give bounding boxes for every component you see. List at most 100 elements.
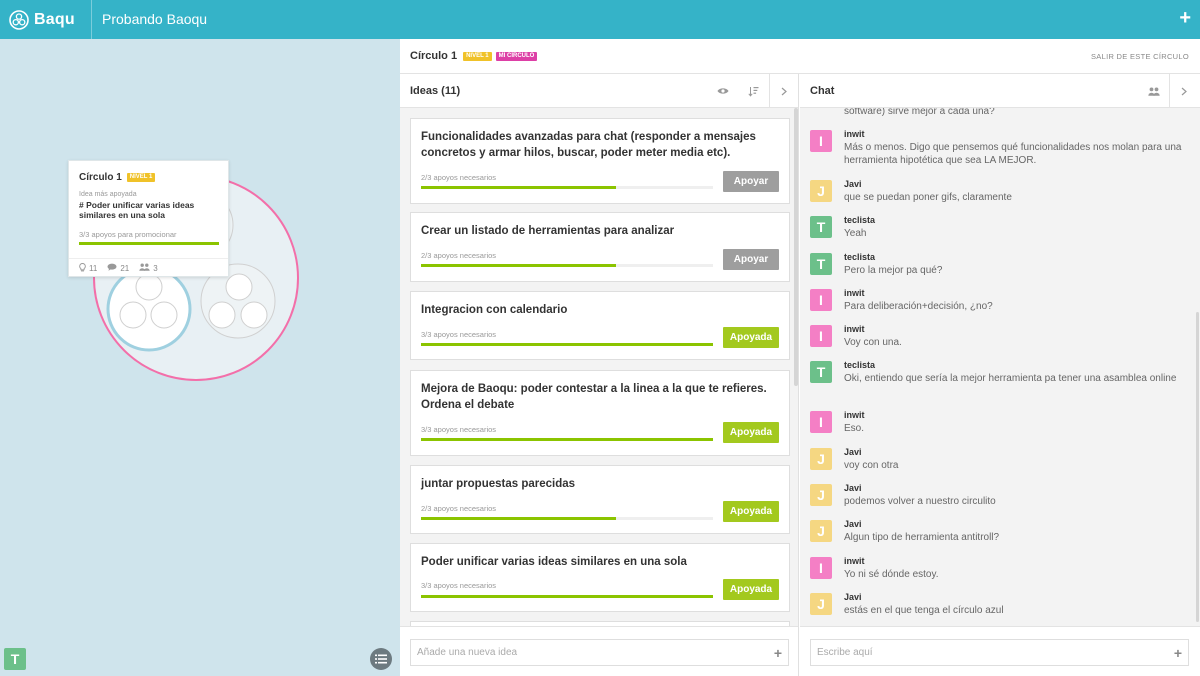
message-author: inwit bbox=[844, 556, 865, 566]
idea-card[interactable]: Crear un listado de herramientas para an… bbox=[410, 212, 790, 282]
member-circle[interactable] bbox=[119, 301, 147, 329]
list-view-button[interactable] bbox=[370, 648, 392, 670]
member-circle[interactable] bbox=[150, 301, 178, 329]
idea-card[interactable]: Funcionalidades avanzadas para chat (res… bbox=[410, 118, 790, 204]
member-circle[interactable] bbox=[225, 273, 253, 301]
chevron-right-icon[interactable] bbox=[1176, 83, 1192, 99]
member-circle[interactable] bbox=[208, 301, 236, 329]
card-title: Círculo 1 NIVEL 1 bbox=[79, 172, 156, 183]
message-text: estás en el que tenga el círculo azul bbox=[844, 605, 1004, 616]
ideas-scrollbar[interactable] bbox=[794, 108, 798, 386]
idea-support-text: 3/3 apoyos necesarios bbox=[421, 330, 497, 339]
user-avatar: T bbox=[810, 253, 832, 275]
message-author: Javi bbox=[844, 483, 862, 493]
idea-card[interactable]: Poder unificar varias ideas similares en… bbox=[410, 543, 790, 612]
user-avatar: J bbox=[810, 484, 832, 506]
idea-support-text: 2/3 apoyos necesarios bbox=[421, 173, 497, 182]
idea-title: Funcionalidades avanzadas para chat (res… bbox=[421, 131, 756, 159]
idea-card[interactable]: juntar propuestas parecidas 2/3 apoyos n… bbox=[410, 465, 790, 534]
idea-support-bar bbox=[421, 595, 713, 598]
top-bar: Baqu Probando Baoqu + bbox=[0, 0, 1200, 39]
brand[interactable]: Baqu bbox=[0, 0, 92, 39]
idea-title: Mejora de Baoqu: poder contestar a la li… bbox=[421, 383, 767, 411]
new-idea-bar: + bbox=[400, 626, 798, 676]
level-badge: NIVEL 1 bbox=[126, 173, 156, 182]
chat-header: Chat bbox=[800, 74, 1200, 108]
chevron-right-icon[interactable] bbox=[776, 83, 792, 99]
idea-support-text: 3/3 apoyos necesarios bbox=[421, 425, 497, 434]
ideas-count: 11 bbox=[89, 263, 98, 273]
new-idea-input[interactable] bbox=[411, 640, 788, 665]
idea-support-text: 3/3 apoyos necesarios bbox=[421, 581, 497, 590]
ideas-header: Ideas (11) bbox=[400, 74, 798, 108]
idea-title: Crear un listado de herramientas para an… bbox=[421, 225, 675, 237]
card-top-idea: # Poder unificar varias ideas similares … bbox=[79, 200, 195, 220]
support-button[interactable]: Apoyar bbox=[723, 171, 779, 192]
ideas-title: Ideas (11) bbox=[410, 85, 461, 97]
chat-scrollbar[interactable] bbox=[1196, 312, 1199, 622]
circle-header: Círculo 1 NIVEL 1 MI CÍRCULO SALIR DE ES… bbox=[400, 39, 1200, 74]
chat-messages[interactable]: software) sirve mejor a cada una? I inwi… bbox=[800, 108, 1200, 626]
idea-support-text: 2/3 apoyos necesarios bbox=[421, 504, 497, 513]
message-text: Eso. bbox=[844, 423, 865, 434]
circle-title: Círculo 1 NIVEL 1 MI CÍRCULO bbox=[410, 50, 538, 62]
user-avatar: I bbox=[810, 411, 832, 433]
project-title: Probando Baoqu bbox=[102, 11, 208, 27]
message-text: Pero la mejor pa qué? bbox=[844, 265, 943, 276]
member-circle[interactable] bbox=[135, 273, 163, 301]
idea-card[interactable]: Integracion con calendario 3/3 apoyos ne… bbox=[410, 291, 790, 360]
supported-button[interactable]: Apoyada bbox=[723, 579, 779, 600]
message-text: Yo ni sé dónde estoy. bbox=[844, 569, 939, 580]
chat-message-partial: software) sirve mejor a cada una? bbox=[844, 108, 995, 117]
add-icon[interactable]: + bbox=[1179, 7, 1191, 29]
supported-button[interactable]: Apoyada bbox=[723, 422, 779, 443]
card-subtitle: Idea más apoyada bbox=[79, 191, 137, 198]
member-circle[interactable] bbox=[240, 301, 268, 329]
idea-support-bar bbox=[421, 264, 713, 267]
user-avatar: I bbox=[810, 289, 832, 311]
user-avatar: J bbox=[810, 448, 832, 470]
send-icon[interactable]: + bbox=[1174, 645, 1182, 661]
ideas-stat: 11 bbox=[79, 262, 98, 274]
chat-field[interactable]: + bbox=[810, 639, 1189, 666]
card-stats: 11 21 3 bbox=[69, 258, 228, 277]
user-avatar: I bbox=[810, 557, 832, 579]
leave-circle-link[interactable]: SALIR DE ESTE CÍRCULO bbox=[1091, 52, 1189, 61]
idea-support-fill bbox=[421, 438, 713, 441]
idea-support-fill bbox=[421, 186, 616, 189]
user-avatar: I bbox=[810, 325, 832, 347]
message-author: teclista bbox=[844, 215, 876, 225]
user-avatar[interactable]: T bbox=[4, 648, 26, 670]
eye-icon[interactable] bbox=[715, 83, 731, 99]
idea-support-bar bbox=[421, 517, 713, 520]
user-avatar: T bbox=[810, 216, 832, 238]
idea-title: Integracion con calendario bbox=[421, 304, 568, 316]
add-idea-icon[interactable]: + bbox=[774, 645, 782, 661]
user-avatar: J bbox=[810, 520, 832, 542]
message-author: inwit bbox=[844, 129, 865, 139]
users-icon[interactable] bbox=[1146, 83, 1162, 99]
message-text: Yeah bbox=[844, 228, 867, 239]
circle-tooltip-card[interactable]: Círculo 1 NIVEL 1 Idea más apoyada # Pod… bbox=[68, 160, 229, 277]
card-support-bar bbox=[79, 242, 219, 245]
chat-input[interactable] bbox=[811, 640, 1188, 665]
supported-button[interactable]: Apoyada bbox=[723, 501, 779, 522]
idea-support-bar bbox=[421, 186, 713, 189]
members-count: 3 bbox=[153, 263, 158, 273]
message-author: teclista bbox=[844, 252, 876, 262]
supported-button[interactable]: Apoyada bbox=[723, 327, 779, 348]
idea-card[interactable]: Mejora de Baoqu: poder contestar a la li… bbox=[410, 370, 790, 456]
card-title-text: Círculo 1 bbox=[79, 172, 122, 183]
user-avatar: J bbox=[810, 180, 832, 202]
support-button[interactable]: Apoyar bbox=[723, 249, 779, 270]
message-text: Para deliberación+decisión, ¿no? bbox=[844, 301, 993, 312]
card-support-text: 3/3 apoyos para promocionar bbox=[79, 230, 177, 239]
circles-map[interactable]: Círculo 1 NIVEL 1 Idea más apoyada # Pod… bbox=[0, 39, 400, 676]
new-idea-field[interactable]: + bbox=[410, 639, 789, 666]
circle-title-text: Círculo 1 bbox=[410, 50, 458, 62]
circles-diagram[interactable] bbox=[0, 39, 400, 676]
message-author: Javi bbox=[844, 447, 862, 457]
idea-support-text: 2/3 apoyos necesarios bbox=[421, 251, 497, 260]
user-avatar: T bbox=[810, 361, 832, 383]
sort-icon[interactable] bbox=[745, 83, 761, 99]
